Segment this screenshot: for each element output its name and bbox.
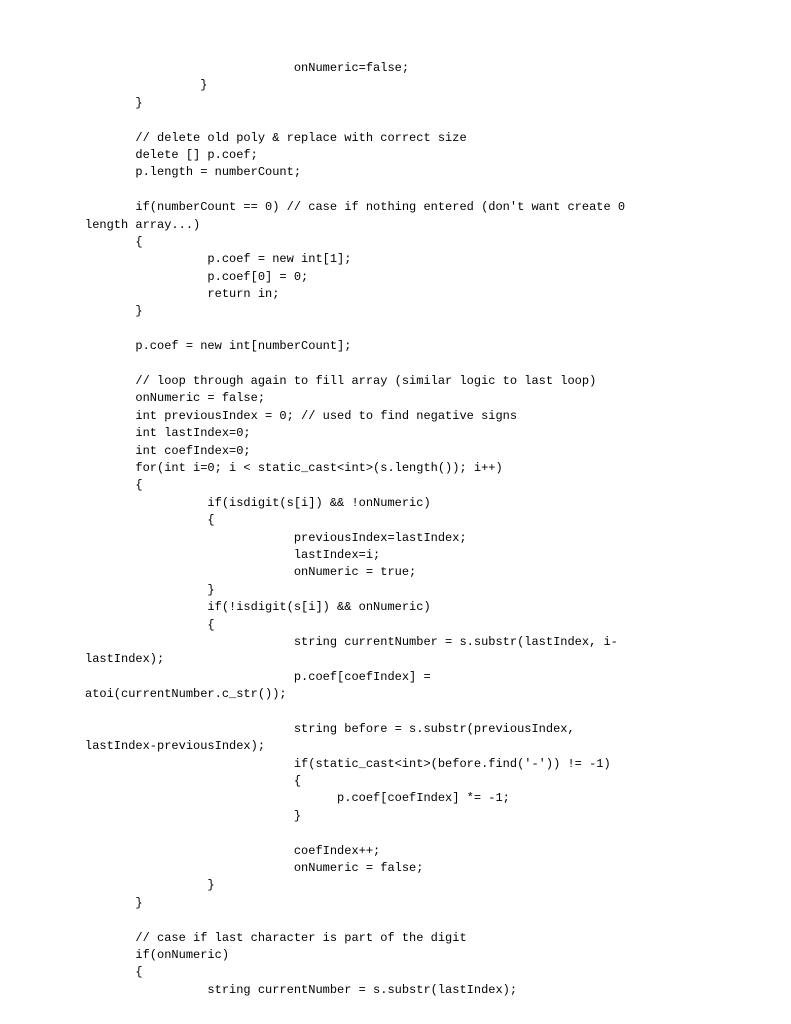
document-page: onNumeric=false; } } // delete old poly … bbox=[0, 0, 791, 1024]
code-content: onNumeric=false; } } // delete old poly … bbox=[85, 60, 721, 999]
